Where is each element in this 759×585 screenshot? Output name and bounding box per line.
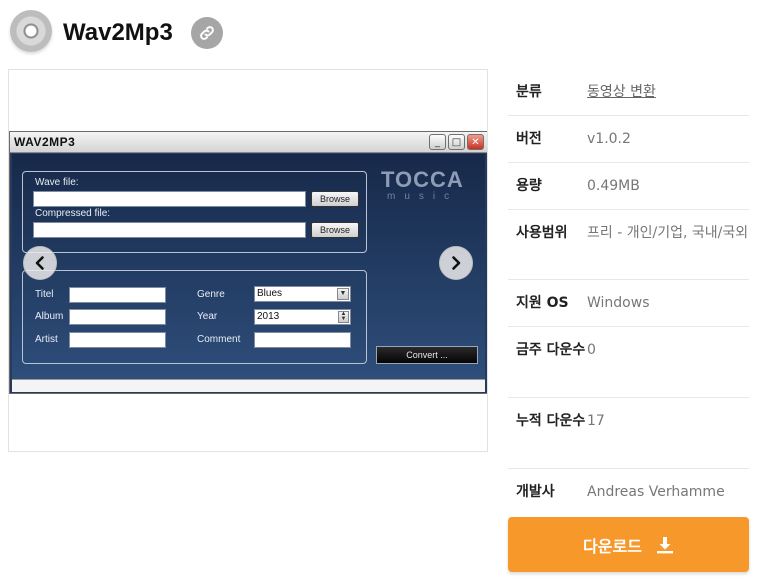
tocca-logo: TOCCA [381,167,464,192]
spinner-arrows-icon: ▲ ▼ [338,311,349,323]
info-key: 개발사 [516,484,555,500]
artist-field [69,332,166,348]
comment-label: Comment [197,334,241,345]
tocca-logo-sub: music [387,191,459,202]
album-label: Album [35,311,64,322]
info-row-developer: 개발사 Andreas Verhamme [508,469,749,516]
info-table: 분류 동영상 변환 버전 v1.0.2 용량 0.49MB 사용범위 프리 - … [508,69,749,516]
download-label: 다운로드 [583,536,642,556]
close-icon: ✕ [467,134,484,150]
info-key: 용량 [516,178,542,194]
gallery-next-button[interactable] [439,246,473,280]
genre-combo: Blues ▼ [254,286,351,302]
chevron-left-icon [35,256,44,270]
wave-file-field [33,191,306,207]
info-value: 0.49MB [587,178,640,194]
info-key: 분류 [516,84,542,100]
info-row-os: 지원 OS Windows [508,280,749,327]
download-button[interactable]: 다운로드 [508,517,749,572]
info-row-weekly-downloads: 금주 다운수 0 [508,327,749,398]
screenshot-titlebar: WAV2MP3 _ □ ✕ [10,132,487,153]
compressed-file-field [33,222,306,238]
compressed-file-label: Compressed file: [35,208,111,219]
info-row-category: 분류 동영상 변환 [508,69,749,116]
screenshot-statusbar [12,379,485,392]
gallery-prev-button[interactable] [23,246,57,280]
info-key: 버전 [516,131,542,147]
info-value: Andreas Verhamme [587,484,725,500]
info-row-license: 사용범위 프리 - 개인/기업, 국내/국외 [508,210,749,280]
info-row-version: 버전 v1.0.2 [508,116,749,163]
screenshot-body: Wave file: Browse Compressed file: Brows… [12,154,485,379]
info-value: v1.0.2 [587,131,631,147]
info-value: 동영상 변환 [587,80,749,115]
info-key: 사용범위 [516,225,568,241]
titel-label: Titel [35,289,54,300]
category-link[interactable]: 동영상 변환 [587,84,656,100]
screenshot-gallery: WAV2MP3 _ □ ✕ Wave file: Browse Compress… [8,69,488,452]
info-key: 지원 OS [516,295,569,311]
maximize-icon: □ [448,134,465,150]
info-value: 0 [587,342,596,358]
genre-value: Blues [257,288,283,299]
info-value: 17 [587,413,605,429]
tag-panel: Titel Album Artist Genre Blues ▼ Year 20… [22,270,367,364]
genre-label: Genre [197,289,225,300]
file-panel: Wave file: Browse Compressed file: Brows… [22,171,367,253]
artist-label: Artist [35,334,58,345]
comment-field [254,332,351,348]
link-icon [200,26,214,40]
cd-disc-icon [10,10,52,52]
info-key: 금주 다운수 [516,342,586,358]
app-screenshot-window: WAV2MP3 _ □ ✕ Wave file: Browse Compress… [9,131,487,394]
chevron-right-icon [452,256,461,270]
page-root: Wav2Mp3 WAV2MP3 _ □ ✕ Wave file: Browse … [0,0,759,585]
app-header: Wav2Mp3 [0,0,759,66]
screenshot-window-title: WAV2MP3 [14,135,76,149]
minimize-icon: _ [429,134,446,150]
info-value: 프리 - 개인/기업, 국내/국외 [587,225,749,241]
compressed-browse-button: Browse [311,222,359,238]
download-icon [656,536,673,553]
year-spinner: 2013 ▲ ▼ [254,309,351,325]
wave-file-label: Wave file: [35,177,79,188]
titel-field [69,287,166,303]
year-value: 2013 [257,311,280,322]
info-row-total-downloads: 누적 다운수 17 [508,398,749,469]
wave-browse-button: Browse [311,191,359,207]
app-title: Wav2Mp3 [63,19,173,46]
info-key: 누적 다운수 [516,413,586,429]
year-label: Year [197,311,218,322]
info-value: Windows [587,295,650,311]
combo-arrow-icon: ▼ [337,288,349,300]
convert-button: Convert ... [376,346,478,364]
info-row-size: 용량 0.49MB [508,163,749,210]
album-field [69,309,166,325]
copy-link-button[interactable] [191,17,223,49]
